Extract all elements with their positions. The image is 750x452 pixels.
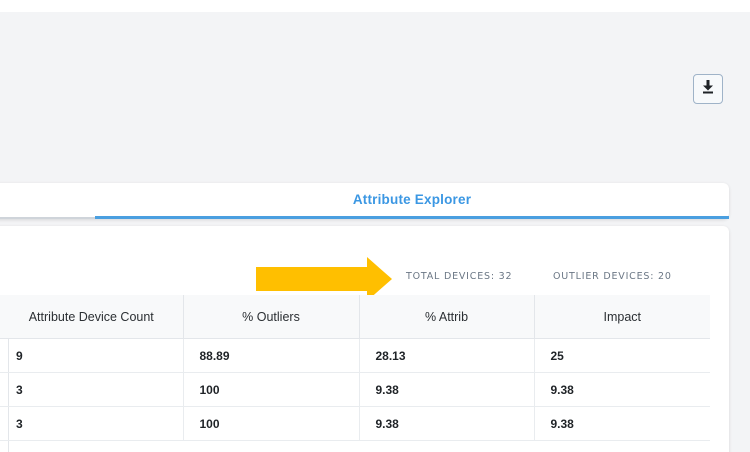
header-impact[interactable]: Impact xyxy=(534,295,710,339)
table-header-row: Attribute Device Count % Outliers % Attr… xyxy=(0,295,710,339)
header-percent-attrib[interactable]: % Attrib xyxy=(359,295,535,339)
cell-percent-outliers: 88.89 xyxy=(183,338,360,373)
table-row[interactable]: 3 100 9.38 9.38 xyxy=(0,372,710,407)
total-devices-stat: TOTAL DEVICES: 32 xyxy=(406,271,513,282)
top-band xyxy=(0,0,750,12)
cell-impact: 9.38 xyxy=(534,372,710,407)
tab-attribute-explorer[interactable]: Attribute Explorer xyxy=(95,183,729,219)
cell-impact: 9.38 xyxy=(534,406,710,441)
cell-percent-outliers: 100 xyxy=(183,372,360,407)
cell-device-count: 3 xyxy=(0,406,184,441)
attribute-explorer-screen: Attribute Explorer TOTAL DEVICES: 32 OUT… xyxy=(0,0,750,452)
tab-previous[interactable] xyxy=(0,183,95,219)
cell-percent-attrib: 9.38 xyxy=(359,372,535,407)
table-row[interactable]: 3 100 9.38 9.38 xyxy=(0,406,710,441)
header-attribute-device-count[interactable]: Attribute Device Count xyxy=(0,295,184,339)
cell-device-count: 9 xyxy=(0,338,184,373)
cell-impact: 25 xyxy=(534,338,710,373)
cell-percent-attrib: 9.38 xyxy=(359,406,535,441)
cell-percent-outliers: 100 xyxy=(183,406,360,441)
outlier-devices-stat: OUTLIER DEVICES: 20 xyxy=(553,271,672,282)
tab-bar: Attribute Explorer xyxy=(0,183,729,219)
header-percent-outliers[interactable]: % Outliers xyxy=(183,295,360,339)
cell-device-count: 3 xyxy=(0,372,184,407)
download-icon xyxy=(701,79,715,99)
cell-percent-attrib: 28.13 xyxy=(359,338,535,373)
attribute-table: Attribute Device Count % Outliers % Attr… xyxy=(0,295,710,441)
download-button[interactable] xyxy=(693,74,723,104)
table-row[interactable]: 9 88.89 28.13 25 xyxy=(0,338,710,373)
